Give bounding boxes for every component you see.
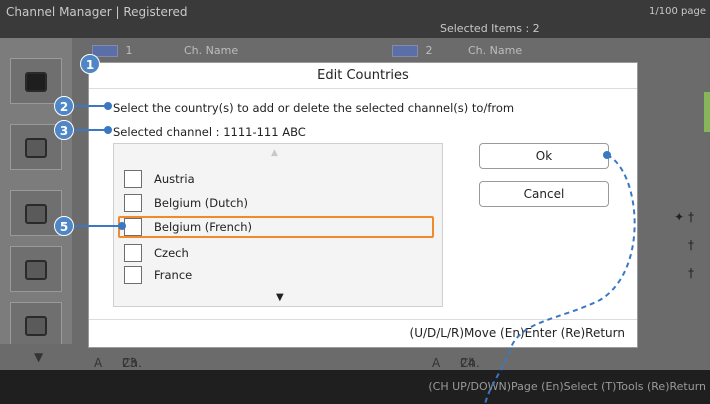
dialog-hint-bar: (U/D/L/R)Move (En)Enter (Re)Return — [89, 319, 637, 347]
edit-countries-dialog: Edit Countries Select the country(s) to … — [88, 62, 638, 348]
country-item[interactable]: France — [124, 264, 436, 286]
country-item[interactable]: Austria — [124, 168, 436, 190]
selected-items-count: Selected Items : 2 — [440, 22, 540, 35]
country-checkbox[interactable] — [124, 170, 142, 188]
mark-icon: † — [688, 238, 694, 252]
channel-tile[interactable] — [10, 302, 62, 348]
tv-screen: Channel Manager | Registered Selected It… — [0, 0, 710, 404]
country-item[interactable]: Czech — [124, 242, 436, 264]
mark-icon: † — [688, 266, 694, 280]
page-title: Channel Manager | Registered — [6, 5, 188, 19]
country-checkbox[interactable] — [124, 194, 142, 212]
country-list[interactable]: ▲ Austria Belgium (Dutch) Belgium (Frenc… — [113, 143, 443, 307]
callout-marker: 2 — [54, 96, 74, 116]
scroll-down-icon[interactable]: ▼ — [34, 350, 43, 364]
country-checkbox[interactable] — [124, 218, 142, 236]
country-checkbox[interactable] — [124, 244, 142, 262]
country-item-focused[interactable]: Belgium (French) — [118, 216, 434, 238]
callout-dot — [118, 222, 126, 230]
scroll-indicator — [704, 92, 710, 132]
channel-row-header[interactable]: 1 Ch. Name — [92, 44, 238, 57]
callout-line — [74, 225, 120, 227]
country-item[interactable]: Belgium (Dutch) — [124, 192, 436, 214]
lock-icon: ✦ † — [674, 210, 694, 224]
callout-dot — [104, 102, 112, 110]
callout-marker: 3 — [54, 120, 74, 140]
scroll-down-icon[interactable]: ▼ — [276, 292, 284, 303]
footer-bar: (CH UP/DOWN)Page (En)Select (T)Tools (Re… — [0, 370, 710, 404]
country-checkbox[interactable] — [124, 266, 142, 284]
ok-button[interactable]: Ok — [479, 143, 609, 169]
callout-line — [74, 105, 108, 107]
callout-marker: 1 — [80, 54, 100, 74]
header-bar: Channel Manager | Registered Selected It… — [0, 0, 710, 38]
callout-marker: 5 — [54, 216, 74, 236]
dialog-instruction: Select the country(s) to add or delete t… — [113, 101, 515, 115]
dialog-key-hint: (U/D/L/R)Move (En)Enter (Re)Return — [409, 326, 625, 340]
channel-tile[interactable] — [10, 58, 62, 104]
cancel-button[interactable]: Cancel — [479, 181, 609, 207]
callout-dot — [104, 126, 112, 134]
footer-hint: (CH UP/DOWN)Page (En)Select (T)Tools (Re… — [428, 380, 706, 393]
channel-row-header[interactable]: 2 Ch. Name — [392, 44, 522, 57]
scroll-up-icon[interactable]: ▲ — [271, 148, 278, 158]
callout-line — [74, 129, 108, 131]
dialog-title: Edit Countries — [89, 63, 637, 89]
channel-type-badge-icon — [392, 45, 418, 57]
channel-tile[interactable] — [10, 246, 62, 292]
page-indicator: 1/100 page — [649, 6, 706, 17]
channel-tiles — [0, 38, 72, 370]
selected-channel-label: Selected channel : 1111-111 ABC — [113, 125, 306, 139]
